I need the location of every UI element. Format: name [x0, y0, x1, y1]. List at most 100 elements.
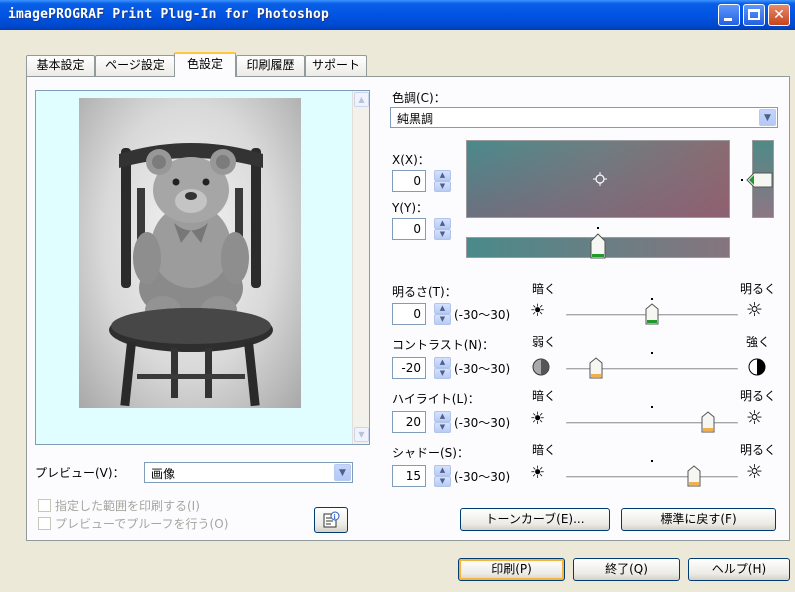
sun-bright-icon: ☼ — [746, 407, 764, 429]
help-button[interactable]: ヘルプ(H) — [688, 558, 790, 581]
sun-dim-icon: ☀ — [530, 409, 546, 429]
title-bar[interactable]: imagePROGRAF Print Plug-In for Photoshop… — [0, 0, 795, 30]
preview-mode-select[interactable]: 画像 ▼ — [144, 462, 353, 483]
info-icon: i — [323, 511, 340, 528]
contrast-input[interactable]: -20 — [392, 357, 426, 379]
preview-mode-label: プレビュー(V)： — [35, 466, 125, 480]
arrow-down-icon: ▼ — [358, 430, 365, 439]
minimize-icon — [724, 18, 732, 21]
brightness-center-tick — [651, 298, 653, 300]
tone-curve-button[interactable]: トーンカーブ(E)... — [460, 508, 610, 531]
exit-button[interactable]: 終了(Q) — [573, 558, 680, 581]
tab-page-settings[interactable]: ページ設定 — [95, 55, 175, 76]
contrast-low-icon — [532, 358, 550, 376]
minimize-button[interactable] — [718, 4, 740, 26]
highlight-left-label: 暗く — [532, 389, 557, 403]
shadow-slider-track[interactable] — [566, 476, 738, 479]
highlight-center-tick — [651, 406, 653, 408]
preview-proof-checkbox[interactable] — [38, 517, 51, 530]
chevron-down-icon[interactable]: ▼ — [759, 109, 776, 126]
x-spinner[interactable]: ▲ ▼ — [434, 170, 451, 192]
sun-bright-icon: ☼ — [746, 299, 764, 321]
shadow-label: シャドー(S)： — [392, 446, 469, 460]
info-button[interactable]: i — [314, 507, 348, 533]
preview-image — [79, 98, 301, 408]
shadow-left-label: 暗く — [532, 443, 557, 457]
shadow-slider-thumb[interactable] — [687, 465, 701, 487]
tab-basic-settings[interactable]: 基本設定 — [26, 55, 95, 76]
shadow-value: 15 — [405, 469, 421, 483]
color-tone-select[interactable]: 純黒調 ▼ — [390, 107, 778, 128]
maximize-button[interactable] — [743, 4, 765, 26]
brightness-value: 0 — [413, 307, 421, 321]
scroll-down-button[interactable]: ▼ — [354, 427, 369, 442]
sun-dim-icon: ☀ — [530, 301, 546, 321]
y-label: Y(Y)： — [392, 201, 429, 215]
spin-up-icon[interactable]: ▲ — [434, 357, 451, 368]
x-slider-thumb[interactable] — [590, 233, 606, 259]
contrast-label: コントラスト(N)： — [392, 338, 495, 352]
contrast-slider-thumb[interactable] — [589, 357, 603, 379]
spin-up-icon[interactable]: ▲ — [434, 170, 451, 181]
y-center-tick — [741, 179, 743, 181]
contrast-right-label: 強く — [746, 335, 771, 349]
reset-button[interactable]: 標準に戻す(F) — [621, 508, 776, 531]
contrast-center-tick — [651, 352, 653, 354]
tab-print-history[interactable]: 印刷履歴 — [236, 55, 305, 76]
spin-down-icon[interactable]: ▼ — [434, 181, 451, 192]
contrast-range: (-30〜30) — [454, 362, 511, 376]
y-input[interactable]: 0 — [392, 218, 426, 240]
svg-text:i: i — [334, 513, 336, 521]
spin-up-icon[interactable]: ▲ — [434, 465, 451, 476]
spin-up-icon[interactable]: ▲ — [434, 218, 451, 229]
preview-area[interactable]: ▲ ▼ — [35, 90, 370, 445]
shadow-input[interactable]: 15 — [392, 465, 426, 487]
x-value: 0 — [413, 174, 421, 188]
spin-down-icon[interactable]: ▼ — [434, 314, 451, 325]
sun-bright-icon: ☼ — [746, 461, 764, 483]
preview-mode-value: 画像 — [151, 467, 176, 481]
print-selection-checkbox[interactable] — [38, 499, 51, 512]
spin-down-icon[interactable]: ▼ — [434, 229, 451, 240]
print-button[interactable]: 印刷(P) — [458, 558, 565, 581]
spin-up-icon[interactable]: ▲ — [434, 411, 451, 422]
x-center-tick — [597, 227, 599, 229]
brightness-spinner[interactable]: ▲ ▼ — [434, 303, 451, 325]
scroll-up-button[interactable]: ▲ — [354, 92, 369, 107]
maximize-icon — [748, 9, 760, 20]
teddy-bear-chair-image — [109, 143, 273, 407]
color-tone-value: 純黒調 — [397, 112, 434, 126]
shadow-range: (-30〜30) — [454, 470, 511, 484]
brightness-label: 明るさ(T)： — [392, 285, 457, 299]
y-spinner[interactable]: ▲ ▼ — [434, 218, 451, 240]
tab-support[interactable]: サポート — [305, 55, 367, 76]
shadow-spinner[interactable]: ▲ ▼ — [434, 465, 451, 487]
spin-down-icon[interactable]: ▼ — [434, 368, 451, 379]
spin-up-icon[interactable]: ▲ — [434, 303, 451, 314]
brightness-right-label: 明るく — [740, 282, 777, 296]
spin-down-icon[interactable]: ▼ — [434, 422, 451, 433]
shadow-center-tick — [651, 460, 653, 462]
highlight-spinner[interactable]: ▲ ▼ — [434, 411, 451, 433]
x-input[interactable]: 0 — [392, 170, 426, 192]
contrast-spinner[interactable]: ▲ ▼ — [434, 357, 451, 379]
highlight-input[interactable]: 20 — [392, 411, 426, 433]
shadow-right-label: 明るく — [740, 443, 777, 457]
chevron-down-icon[interactable]: ▼ — [334, 464, 351, 481]
x-label: X(X)： — [392, 153, 430, 167]
close-button[interactable]: ✕ — [768, 4, 790, 26]
y-slider-thumb[interactable] — [746, 172, 774, 188]
brightness-slider-thumb[interactable] — [645, 303, 659, 325]
contrast-high-icon — [748, 358, 766, 376]
spin-down-icon[interactable]: ▼ — [434, 476, 451, 487]
preview-scrollbar[interactable]: ▲ ▼ — [352, 91, 369, 444]
highlight-value: 20 — [405, 415, 421, 429]
tab-color-settings[interactable]: 色設定 — [174, 52, 236, 77]
crosshair-icon[interactable] — [593, 172, 607, 186]
highlight-right-label: 明るく — [740, 389, 777, 403]
contrast-value: -20 — [401, 361, 421, 375]
highlight-slider-thumb[interactable] — [701, 411, 715, 433]
window-title: imagePROGRAF Print Plug-In for Photoshop — [8, 7, 330, 22]
brightness-input[interactable]: 0 — [392, 303, 426, 325]
print-selection-label: 指定した範囲を印刷する(I) — [55, 499, 200, 513]
